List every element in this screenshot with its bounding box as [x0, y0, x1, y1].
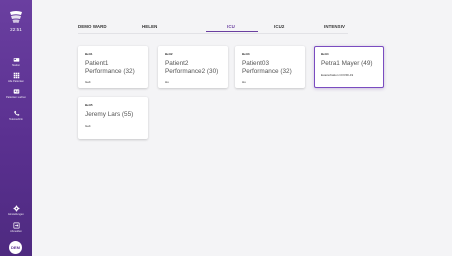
tab-icu2[interactable]: ICU2 — [274, 24, 284, 29]
gear-icon — [13, 205, 19, 212]
app-logo-icon — [10, 11, 22, 23]
user-avatar[interactable]: DEM — [9, 241, 22, 254]
patient-card[interactable]: Bett5 Jeremy Lars (55) Gelt — [78, 97, 148, 139]
patient-name: Jeremy Lars (55) — [85, 111, 134, 118]
nav-label: Abmelden — [10, 230, 22, 233]
patient-note: Hu — [242, 80, 246, 84]
nav-item-station[interactable]: Station — [0, 56, 32, 67]
sidebar: 22:51 Station Alle Patienten Patienten s… — [0, 0, 32, 256]
nav-label: Patienten suchen — [5, 96, 27, 99]
patient-name: Patient2 Performance2 (30) — [165, 60, 219, 75]
patient-name: Patient1 Performance (32) — [85, 60, 135, 75]
patient-card-selected[interactable]: Bett4 Petra1 Mayer (49) Exazerbation COV… — [314, 46, 384, 88]
nav-item-settings[interactable]: Einstellungen — [0, 205, 32, 216]
patient-note: Hu — [165, 80, 169, 84]
tab-active-indicator — [206, 31, 258, 33]
nav-label: Einstellungen — [8, 213, 24, 216]
patient-note: Gelt — [85, 80, 91, 84]
app-root: 22:51 Station Alle Patienten Patienten s… — [0, 0, 452, 256]
main-content: DEMO WARD HELEN ICU ICU2 INTENSIV Bett1 … — [32, 0, 452, 256]
nav-item-search-patients[interactable]: Patienten suchen — [0, 88, 32, 99]
patient-note: Exazerbation COVID-19 — [321, 72, 354, 77]
phone-icon — [13, 110, 19, 116]
nav-label: Station — [11, 64, 21, 67]
bed-label: Bett4 — [321, 52, 329, 56]
bed-icon — [13, 58, 19, 62]
grid-icon — [13, 72, 19, 79]
patient-card[interactable]: Bett3 Patient03 Performance (32) Hu — [235, 46, 305, 88]
patient-name: Petra1 Mayer (49) — [321, 60, 373, 67]
bed-label: Bett3 — [242, 52, 250, 56]
id-card-icon — [13, 89, 19, 94]
nav-item-all-patients[interactable]: Alle Patienten — [0, 72, 32, 83]
clock: 22:51 — [10, 27, 22, 32]
ward-tabs: DEMO WARD HELEN ICU ICU2 INTENSIV — [78, 21, 348, 34]
patient-name: Patient03 Performance (32) — [242, 60, 292, 75]
tab-icu[interactable]: ICU — [227, 24, 235, 29]
bed-label: Bett5 — [85, 103, 93, 107]
nav-item-logout[interactable]: Abmelden — [0, 222, 32, 233]
tab-demo-ward[interactable]: DEMO WARD — [78, 24, 107, 29]
nav-item-telemedicine[interactable]: Telemedizin — [0, 110, 32, 121]
patient-card[interactable]: Bett2 Patient2 Performance2 (30) Hu — [158, 46, 228, 88]
logout-icon — [12, 222, 20, 229]
bed-label: Bett1 — [85, 52, 93, 56]
tab-helen[interactable]: HELEN — [142, 24, 157, 29]
bed-label: Bett2 — [165, 52, 173, 56]
tab-intensiv[interactable]: INTENSIV — [324, 24, 345, 29]
nav-label: Telemedizin — [9, 118, 23, 121]
patient-card[interactable]: Bett1 Patient1 Performance (32) Gelt — [78, 46, 148, 88]
nav-label: Alle Patienten — [7, 80, 24, 83]
patient-note: Gelt — [85, 123, 91, 128]
